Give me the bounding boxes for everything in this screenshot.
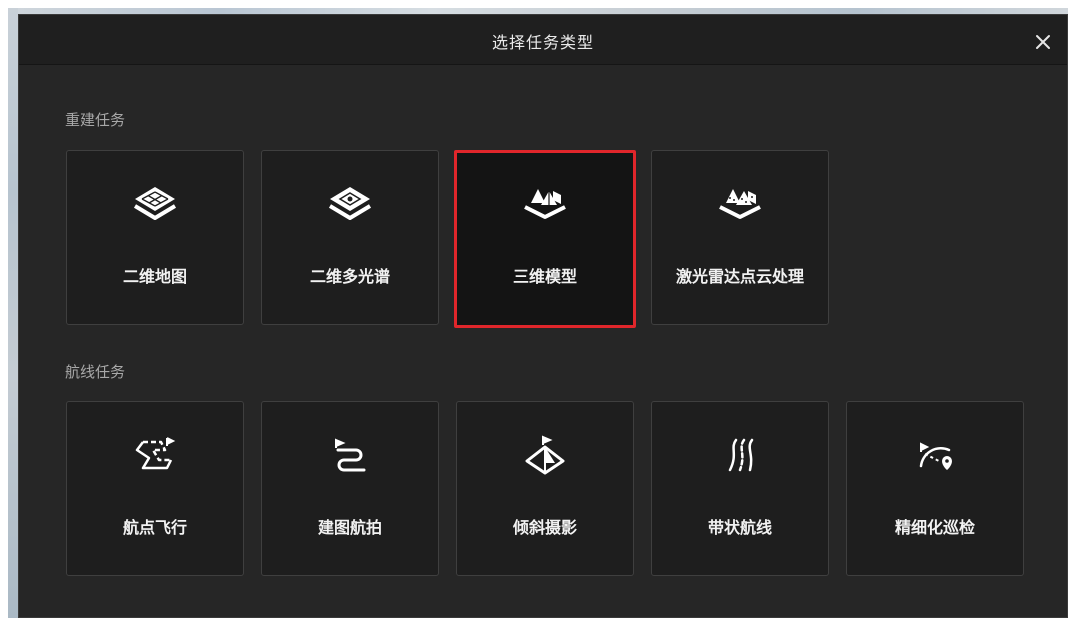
card-2d-map[interactable]: 二维地图 xyxy=(66,150,244,325)
card-fine-inspection[interactable]: 精细化巡检 xyxy=(846,401,1024,576)
corridor-route-icon xyxy=(652,434,828,478)
task-type-dialog: 选择任务类型 重建任务 二维地图 二维多光谱 三维模型 激光雷达点云处理 航线任… xyxy=(18,14,1068,618)
card-label: 建图航拍 xyxy=(317,518,382,537)
screen: 选择任务类型 重建任务 二维地图 二维多光谱 三维模型 激光雷达点云处理 航线任… xyxy=(0,0,1080,625)
card-label: 带状航线 xyxy=(707,518,772,537)
oblique-photography-icon xyxy=(457,434,633,478)
close-icon xyxy=(1036,35,1050,49)
card-label: 三维模型 xyxy=(512,267,577,286)
layers-icon xyxy=(67,183,243,227)
dialog-header: 选择任务类型 xyxy=(19,15,1067,65)
close-button[interactable] xyxy=(1033,32,1053,52)
card-mapping-route[interactable]: 建图航拍 xyxy=(261,401,439,576)
3d-model-icon xyxy=(457,183,633,227)
multispectral-layers-icon xyxy=(262,183,438,227)
card-lidar-pointcloud[interactable]: 激光雷达点云处理 xyxy=(651,150,829,325)
card-label: 航点飞行 xyxy=(122,518,187,537)
section-title-route: 航线任务 xyxy=(65,363,126,381)
card-label: 二维多光谱 xyxy=(309,267,390,286)
mapping-route-icon xyxy=(262,434,438,478)
fine-inspection-icon xyxy=(847,434,1023,478)
background-map-left xyxy=(8,8,18,618)
section-title-reconstruction: 重建任务 xyxy=(65,111,126,129)
dialog-title: 选择任务类型 xyxy=(491,33,594,52)
lidar-pointcloud-icon xyxy=(652,183,828,227)
waypoint-flight-icon xyxy=(67,434,243,478)
card-label: 精细化巡检 xyxy=(894,518,975,537)
card-waypoint-flight[interactable]: 航点飞行 xyxy=(66,401,244,576)
card-2d-multispectral[interactable]: 二维多光谱 xyxy=(261,150,439,325)
card-label: 二维地图 xyxy=(122,267,187,286)
card-label: 激光雷达点云处理 xyxy=(675,267,804,286)
card-corridor-route[interactable]: 带状航线 xyxy=(651,401,829,576)
card-3d-model[interactable]: 三维模型 xyxy=(454,150,636,328)
card-label: 倾斜摄影 xyxy=(512,518,577,537)
card-oblique-photography[interactable]: 倾斜摄影 xyxy=(456,401,634,576)
